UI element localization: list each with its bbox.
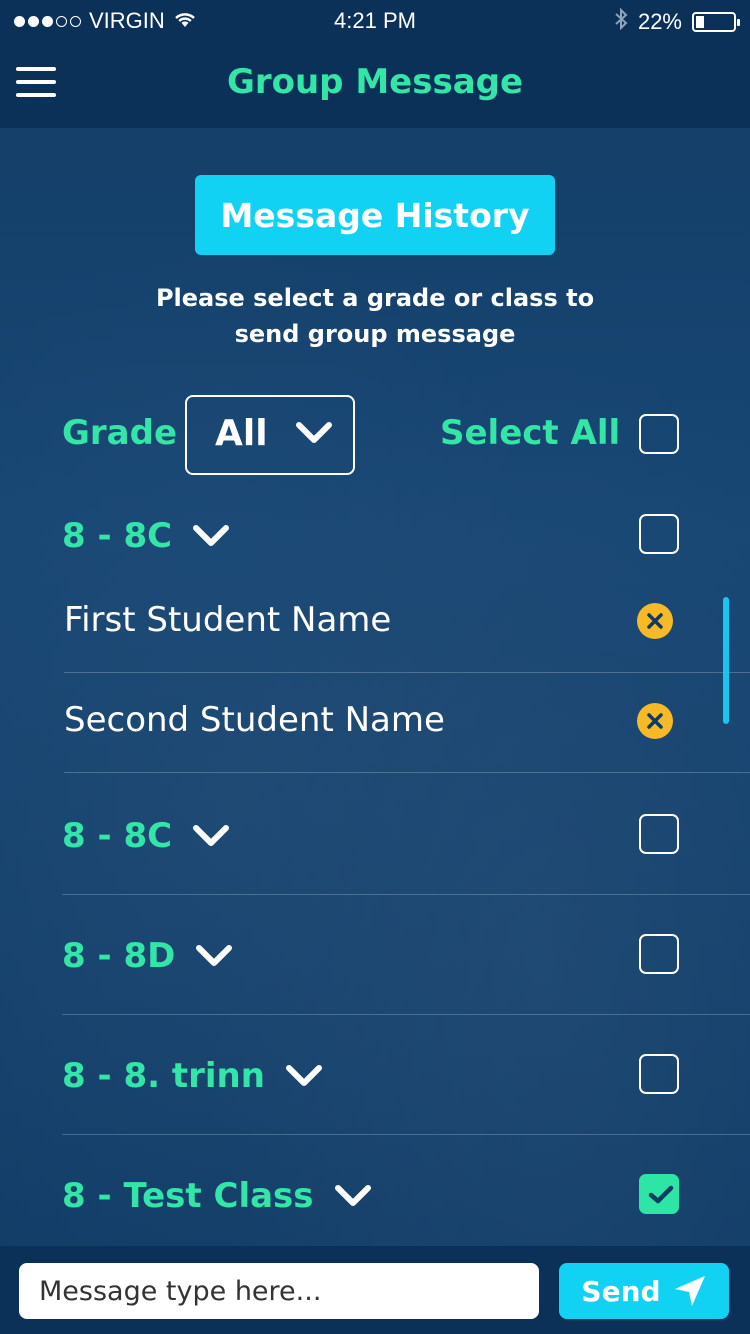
status-bar: VIRGIN 4:21 PM 22% bbox=[0, 0, 750, 40]
send-arrow-icon bbox=[674, 1276, 705, 1306]
main-content: Message History Please select a grade or… bbox=[0, 128, 750, 1246]
grade-dropdown-value: All bbox=[215, 413, 268, 454]
class-row-8-8-trinn[interactable]: 8 - 8. trinn bbox=[62, 1056, 323, 1096]
class-label: 8 - 8. trinn bbox=[62, 1056, 265, 1096]
class-row-8-8c[interactable]: 8 - 8C bbox=[62, 516, 230, 556]
chevron-down-icon bbox=[193, 825, 230, 846]
chevron-down-icon bbox=[334, 1185, 371, 1206]
divider bbox=[62, 1134, 750, 1135]
class-label: 8 - 8C bbox=[62, 516, 173, 556]
select-all-checkbox[interactable] bbox=[639, 414, 679, 454]
grade-label: Grade bbox=[62, 413, 178, 453]
battery-percent: 22% bbox=[637, 9, 682, 34]
divider bbox=[62, 894, 750, 895]
class-row-8-8c[interactable]: 8 - 8C bbox=[62, 816, 230, 856]
student-name: First Student Name bbox=[64, 600, 392, 640]
class-label: 8 - Test Class bbox=[62, 1176, 314, 1216]
divider bbox=[64, 772, 750, 773]
remove-student-icon[interactable] bbox=[637, 703, 673, 739]
remove-student-icon[interactable] bbox=[637, 603, 673, 639]
chevron-down-icon bbox=[285, 1065, 322, 1086]
message-compose-bar: Send bbox=[0, 1246, 750, 1334]
nav-bar: Group Message bbox=[0, 40, 750, 128]
checkmark-icon bbox=[648, 1185, 674, 1204]
chevron-down-icon bbox=[296, 422, 332, 443]
send-button[interactable]: Send bbox=[559, 1263, 729, 1319]
class-checkbox[interactable] bbox=[639, 814, 679, 854]
class-checkbox-checked[interactable] bbox=[639, 1174, 679, 1214]
battery-icon bbox=[692, 12, 740, 32]
class-checkbox[interactable] bbox=[639, 934, 679, 974]
class-label: 8 - 8D bbox=[62, 936, 176, 976]
divider bbox=[62, 1014, 750, 1015]
message-input[interactable] bbox=[19, 1263, 539, 1319]
chevron-down-icon bbox=[196, 945, 233, 966]
instruction-text: Please select a grade or class to send g… bbox=[155, 284, 595, 348]
divider bbox=[64, 672, 750, 673]
select-all-label: Select All bbox=[440, 413, 621, 453]
bluetooth-icon bbox=[614, 7, 628, 36]
student-name: Second Student Name bbox=[64, 700, 445, 740]
message-history-button[interactable]: Message History bbox=[195, 175, 555, 255]
page-title: Group Message bbox=[226, 62, 524, 102]
scrollbar[interactable] bbox=[723, 597, 729, 724]
class-label: 8 - 8C bbox=[62, 816, 173, 856]
class-row-8-8d[interactable]: 8 - 8D bbox=[62, 936, 233, 976]
chevron-down-icon bbox=[193, 525, 230, 546]
send-label: Send bbox=[581, 1274, 661, 1308]
grade-dropdown[interactable]: All bbox=[185, 395, 355, 475]
class-row-8-test-class[interactable]: 8 - Test Class bbox=[62, 1176, 372, 1216]
class-checkbox[interactable] bbox=[639, 514, 679, 554]
class-checkbox[interactable] bbox=[639, 1054, 679, 1094]
